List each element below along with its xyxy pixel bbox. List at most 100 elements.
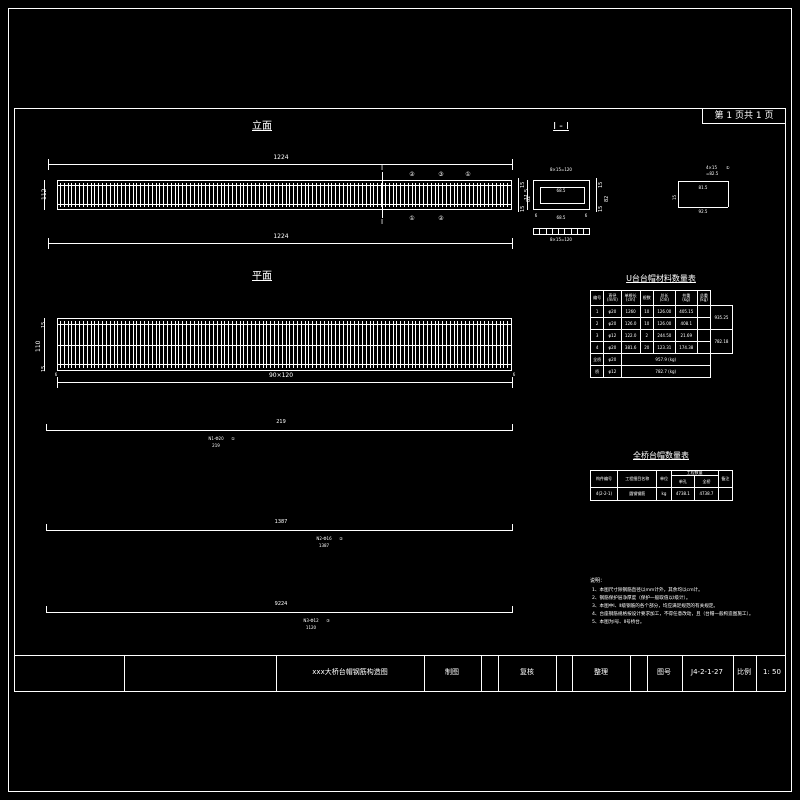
- plan-left-dim-a: 15: [41, 321, 47, 328]
- title-block-div-3: [424, 655, 425, 692]
- bar-1-label: N1-Φ20: [208, 436, 224, 441]
- material-table-cell: φ20: [603, 353, 622, 366]
- material-table-cell: [696, 317, 711, 330]
- quantity-table-cell: 圆钢钢筋: [617, 487, 658, 501]
- section-bottom-dim-mid: 68.5: [556, 215, 566, 220]
- detail-label-815: 81.5: [698, 185, 708, 190]
- plan-title: 平面: [252, 271, 272, 282]
- title-block-drawing-title: xxx大桥台帽钢筋构造图: [312, 668, 388, 676]
- elevation-title: 立面: [252, 121, 272, 132]
- elevation-top-dim-tick-right: [512, 159, 513, 170]
- notes-title: 说明：: [590, 578, 606, 584]
- material-table-total: 782.18: [709, 329, 734, 354]
- detail-left-dim: 15: [672, 194, 677, 200]
- material-table-cell: 1: [589, 305, 605, 318]
- elevation-bottom-dim-label: 1224: [273, 233, 289, 240]
- section-right-dim-b: 82: [604, 195, 610, 202]
- plan-inner-line-mid: [58, 345, 511, 346]
- elevation-section-mark-top: I: [380, 164, 384, 172]
- title-block-div-9: [647, 655, 648, 692]
- plan-outline: [57, 318, 512, 371]
- title-block-div-10: [682, 655, 683, 692]
- table-row: 3 φ12 122.0 2 244.50 21.69 782.18: [589, 329, 734, 354]
- title-block-cell-editor: 整理: [594, 668, 608, 676]
- section-bottom-dim-right: 6: [584, 213, 588, 218]
- bar-1-length-bottom: 219: [212, 443, 220, 448]
- material-table-cell: 126.0: [620, 317, 641, 330]
- title-block-cell-checker: 复核: [520, 668, 534, 676]
- elevation-bottom-dim-line: [48, 243, 513, 244]
- material-table-cell: φ20: [603, 305, 622, 318]
- material-table-cell: 405.15: [674, 305, 698, 318]
- bar-1-hook-left: [46, 424, 47, 431]
- quantity-table-cell: [717, 487, 734, 501]
- material-table-header: 单根长 (cm): [620, 290, 641, 306]
- detail-right-line: [728, 181, 729, 207]
- detail-label-825: =82.5: [706, 171, 719, 176]
- material-table-cell: [696, 341, 711, 354]
- bar-2-length-bottom: 1387: [318, 543, 330, 548]
- bar-3-label: N3-Φ12: [303, 618, 319, 623]
- material-table-header: 总重 (kg): [696, 290, 711, 306]
- title-block-div-6: [556, 655, 557, 692]
- material-table-cell: φ12: [603, 329, 622, 342]
- elevation-callout-2: ②: [409, 171, 415, 178]
- material-table-cell: 20: [639, 341, 654, 354]
- bar-2-mark: ②: [339, 536, 343, 541]
- section-right-dim-line: [596, 178, 597, 212]
- title-block-div-7: [572, 655, 573, 692]
- bar-2-length-top: 1387: [274, 519, 288, 525]
- material-table: 编号 直径 (mm) 单根长 (cm) 根数 总长 (cm) 共重 (kg) 总重 (kg) 1 φ20 1…: [589, 290, 734, 378]
- bar-2-label: N2-Φ16: [316, 536, 332, 541]
- elevation-beam-outline: [57, 180, 512, 210]
- drawing-sheet: 第 1 页共 1 页 立面 1224 1224 112 I I ② ③ ① ① …: [0, 0, 800, 800]
- detail-label-4x15: 4×15: [706, 165, 717, 170]
- quantity-table-header: 备注: [717, 470, 734, 488]
- table-row: 1 φ20 1260 10 126.00 405.15 935.25: [589, 305, 734, 330]
- elevation-label-right-2: ②: [438, 215, 444, 222]
- material-table-header: 根数: [639, 290, 654, 306]
- detail-label-925: 92.5: [698, 209, 708, 214]
- title-block-div-4: [481, 655, 482, 692]
- material-table-cell: 3: [589, 329, 605, 342]
- title-block-div-1: [124, 655, 125, 692]
- title-block-scale-label: 比例: [737, 668, 751, 676]
- title-block-scale-value: 1: 50: [763, 668, 781, 676]
- note-item: 1、本图尺寸除钢筋直径以mm计外，其余均以cm计。: [592, 588, 703, 593]
- elevation-right-dim-c: 15: [520, 205, 526, 212]
- title-block-number-value: J4-2-1-27: [691, 668, 723, 676]
- title-block-cell-draftsman: 制图: [445, 668, 459, 676]
- material-table-cell: 957.9 (kg): [620, 353, 711, 366]
- plan-bottom-dim-label: 90×120: [268, 372, 294, 379]
- title-block-div-11: [733, 655, 734, 692]
- section-top-label: 8×15=120: [550, 167, 572, 172]
- quantity-table-cell: kg: [656, 487, 672, 501]
- material-table-cell: 126.00: [652, 317, 676, 330]
- section-left-dim-a: 11.5: [524, 188, 530, 200]
- material-table-cell: φ20: [603, 341, 622, 354]
- plan-right-mark-a: 6: [54, 372, 58, 377]
- section-inner-dim: 68.5: [556, 188, 566, 193]
- note-item: 2、钢筋保护层净厚度（保护一般取值以Ⅰ级计）。: [592, 596, 691, 601]
- material-table-title: U台台帽材料数量表: [626, 274, 696, 283]
- material-table-header: 共重 (kg): [674, 290, 698, 306]
- table-row: 桥 φ12 782.7 (kg): [589, 365, 733, 378]
- bar-2-hook-left: [46, 524, 47, 531]
- detail-bottom-line: [678, 207, 728, 208]
- material-table-cell: 10: [639, 305, 654, 318]
- quantity-table-header: 工程细目名称: [617, 470, 658, 488]
- title-block-div-2: [276, 655, 277, 692]
- material-table-cell: 381.6: [620, 341, 641, 354]
- plan-left-dim-c: 15: [41, 365, 47, 372]
- elevation-callout-1: ①: [465, 171, 471, 178]
- quantity-table-title: 全桥台帽数量表: [633, 451, 689, 460]
- section-right-dim-a: 15: [598, 181, 604, 188]
- table-row: 全桥 φ20 957.9 (kg): [589, 353, 733, 366]
- elevation-callout-3: ③: [438, 171, 444, 178]
- table-row: 4(2-2-1) 圆钢钢筋 kg 4738.1 4738.7: [589, 487, 734, 501]
- elevation-top-dim-label: 1224: [273, 154, 289, 161]
- detail-top-line: [678, 181, 728, 182]
- material-table-cell: 408.1: [674, 317, 698, 330]
- material-table-cell: 122.0: [620, 329, 641, 342]
- note-item: 5、本图为Ⅰ号、Ⅱ号桥台。: [592, 620, 645, 625]
